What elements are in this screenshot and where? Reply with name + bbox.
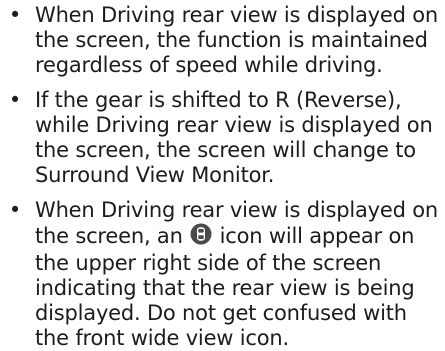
- list-item-text: When Driving rear view is displayed on t…: [35, 3, 438, 77]
- bullet-marker: •: [8, 198, 22, 222]
- list-item: • When Driving rear view is displayed on…: [8, 3, 445, 78]
- bullet-list: • When Driving rear view is displayed on…: [8, 3, 445, 351]
- list-item: • When Driving rear view is displayed on…: [8, 198, 445, 351]
- list-item: • If the gear is shifted to R (Reverse),…: [8, 88, 445, 188]
- bullet-marker: •: [8, 88, 22, 112]
- list-item-text: If the gear is shifted to R (Reverse), w…: [35, 88, 433, 187]
- bullet-marker: •: [8, 3, 22, 27]
- document-page: • When Driving rear view is displayed on…: [0, 0, 445, 350]
- rear-camera-icon: [190, 223, 212, 251]
